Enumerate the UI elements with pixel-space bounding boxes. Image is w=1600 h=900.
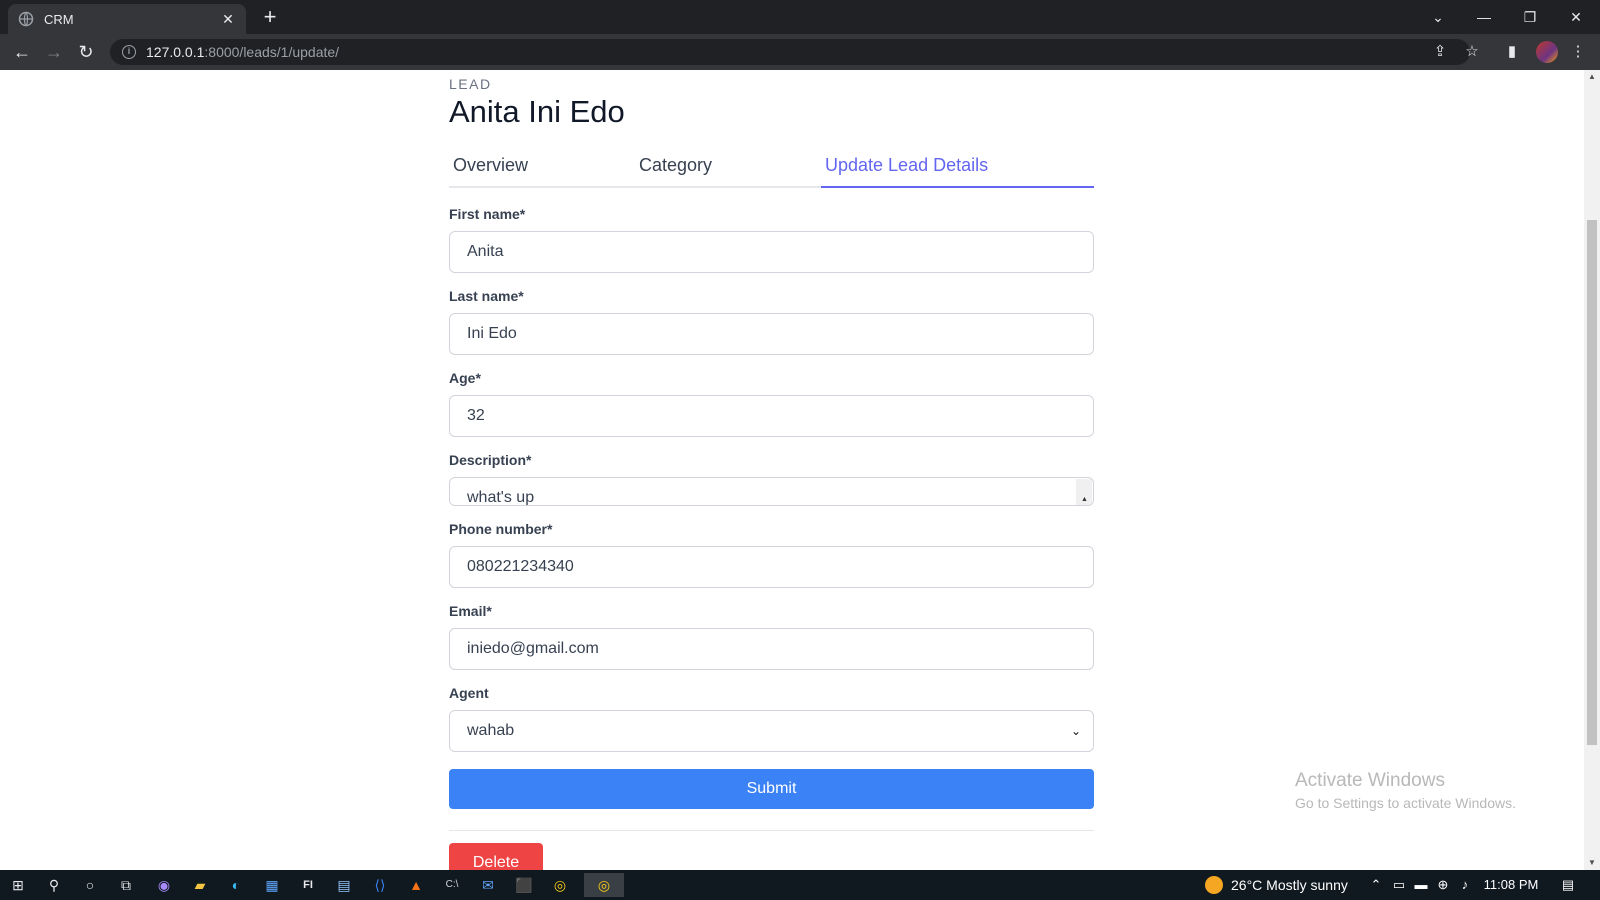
task-view-icon[interactable]: ⧉ xyxy=(114,873,138,897)
windows-taskbar: ⊞ ⚲ ○ ⧉ ◉ ▰ ◐ ▦ FI ▤ ⟨⟩ ▲ C:\ ✉ ⬛ ◎ ◎ 26… xyxy=(0,870,1600,900)
activate-windows-title: Activate Windows xyxy=(1295,770,1445,791)
scroll-up-icon[interactable]: ▲ xyxy=(1584,70,1600,84)
weather-widget[interactable]: 26°C Mostly sunny xyxy=(1205,870,1348,900)
page-viewport: LEAD Anita Ini Edo Overview Category Upd… xyxy=(0,70,1600,870)
scrollbar-thumb[interactable] xyxy=(1587,220,1597,745)
bookmark-star-icon[interactable]: ☆ xyxy=(1462,42,1482,62)
chevron-down-icon: ⌄ xyxy=(1070,724,1081,738)
file-explorer-icon[interactable]: ▰ xyxy=(188,873,212,897)
agent-select[interactable]: wahab ⌄ xyxy=(449,710,1094,752)
tray-chevron-up-icon[interactable]: ⌃ xyxy=(1368,870,1384,900)
vlc-icon[interactable]: ▲ xyxy=(404,873,428,897)
first-name-label: First name* xyxy=(449,206,526,222)
share-icon[interactable]: ⇪ xyxy=(1430,42,1450,62)
tab-category[interactable]: Category xyxy=(635,146,817,188)
windows-start-icon[interactable]: ⊞ xyxy=(6,873,30,897)
agent-label: Agent xyxy=(449,685,489,701)
last-name-input[interactable]: Ini Edo xyxy=(449,313,1094,355)
tab-title: CRM xyxy=(44,11,74,27)
site-info-icon[interactable]: i xyxy=(122,45,136,59)
phone-number-label: Phone number* xyxy=(449,521,553,537)
notifications-icon[interactable]: ▤ xyxy=(1556,870,1580,900)
mail-icon[interactable]: ✉ xyxy=(476,873,500,897)
textarea-resize-handle[interactable]: ▲◢ xyxy=(1076,479,1092,505)
page-title: Anita Ini Edo xyxy=(449,94,625,129)
chrome-active-icon[interactable]: ◎ xyxy=(584,873,624,897)
pdf-reader-icon[interactable]: ⬛ xyxy=(512,873,536,897)
tab-update-lead-details[interactable]: Update Lead Details xyxy=(821,146,1094,188)
description-value: what's up xyxy=(467,489,535,506)
forward-arrow-icon[interactable]: → xyxy=(42,40,66,64)
scroll-down-icon[interactable]: ▼ xyxy=(1584,856,1600,870)
app-icon[interactable]: ◉ xyxy=(152,873,176,897)
weather-text: 26°C Mostly sunny xyxy=(1231,877,1348,893)
phone-number-input[interactable]: 080221234340 xyxy=(449,546,1094,588)
email-label: Email* xyxy=(449,603,492,619)
divider xyxy=(449,830,1094,831)
last-name-label: Last name* xyxy=(449,288,524,304)
url-host: 127.0.0.1 xyxy=(146,44,205,60)
age-label: Age* xyxy=(449,370,481,386)
battery-icon[interactable]: ▬ xyxy=(1412,870,1430,900)
volume-icon[interactable]: ♪ xyxy=(1456,870,1474,900)
close-window-button[interactable]: ✕ xyxy=(1553,4,1599,30)
submit-button[interactable]: Submit xyxy=(449,769,1094,809)
fl-studio-icon[interactable]: FI xyxy=(296,873,320,897)
network-icon[interactable]: ⊕ xyxy=(1434,870,1452,900)
delete-button[interactable]: Delete xyxy=(449,843,543,870)
profile-avatar[interactable] xyxy=(1536,41,1558,63)
side-panel-icon[interactable]: ▮ xyxy=(1502,42,1522,62)
description-label: Description* xyxy=(449,452,532,468)
browser-tab-bar: CRM ✕ + ⌄ — ❐ ✕ xyxy=(0,0,1600,34)
photos-icon[interactable]: ▤ xyxy=(332,873,356,897)
agent-selected-value: wahab xyxy=(467,722,515,739)
cortana-icon[interactable]: ○ xyxy=(78,873,102,897)
reload-icon[interactable]: ↻ xyxy=(74,40,98,64)
description-textarea[interactable]: what's up ▲◢ xyxy=(449,477,1094,506)
close-tab-icon[interactable]: ✕ xyxy=(220,11,236,27)
search-icon[interactable]: ⚲ xyxy=(42,873,66,897)
browser-tab[interactable]: CRM ✕ xyxy=(8,4,246,34)
address-bar[interactable]: i 127.0.0.1:8000/leads/1/update/ xyxy=(110,39,1470,65)
minimize-button[interactable]: — xyxy=(1461,4,1507,30)
clock[interactable]: 11:08 PM xyxy=(1482,870,1540,900)
edge-icon[interactable]: ◐ xyxy=(224,873,248,897)
store-icon[interactable]: ▦ xyxy=(260,873,284,897)
lead-tabs: Overview Category Update Lead Details xyxy=(449,146,1094,188)
page-scrollbar[interactable]: ▲ ▼ xyxy=(1584,70,1600,870)
terminal-icon[interactable]: C:\ xyxy=(440,873,464,897)
restore-button[interactable]: ❐ xyxy=(1507,4,1553,30)
menu-kebab-icon[interactable]: ⋮ xyxy=(1568,42,1588,62)
browser-toolbar: ← → ↻ i 127.0.0.1:8000/leads/1/update/ ⇪… xyxy=(0,34,1600,70)
globe-icon xyxy=(18,11,34,27)
first-name-input[interactable]: Anita xyxy=(449,231,1094,273)
url-path: :8000/leads/1/update/ xyxy=(204,44,340,60)
activate-windows-subtitle: Go to Settings to activate Windows. xyxy=(1295,795,1516,811)
weather-sun-icon xyxy=(1205,876,1223,894)
new-tab-button[interactable]: + xyxy=(258,6,282,30)
age-input[interactable]: 32 xyxy=(449,395,1094,437)
back-arrow-icon[interactable]: ← xyxy=(10,40,34,64)
email-input[interactable]: iniedo@gmail.com xyxy=(449,628,1094,670)
tab-search-icon[interactable]: ⌄ xyxy=(1415,4,1461,30)
section-eyebrow: LEAD xyxy=(449,76,492,92)
vscode-icon[interactable]: ⟨⟩ xyxy=(368,873,392,897)
chrome-icon[interactable]: ◎ xyxy=(548,873,572,897)
tray-app-icon[interactable]: ▭ xyxy=(1390,870,1408,900)
tab-overview[interactable]: Overview xyxy=(449,146,631,188)
